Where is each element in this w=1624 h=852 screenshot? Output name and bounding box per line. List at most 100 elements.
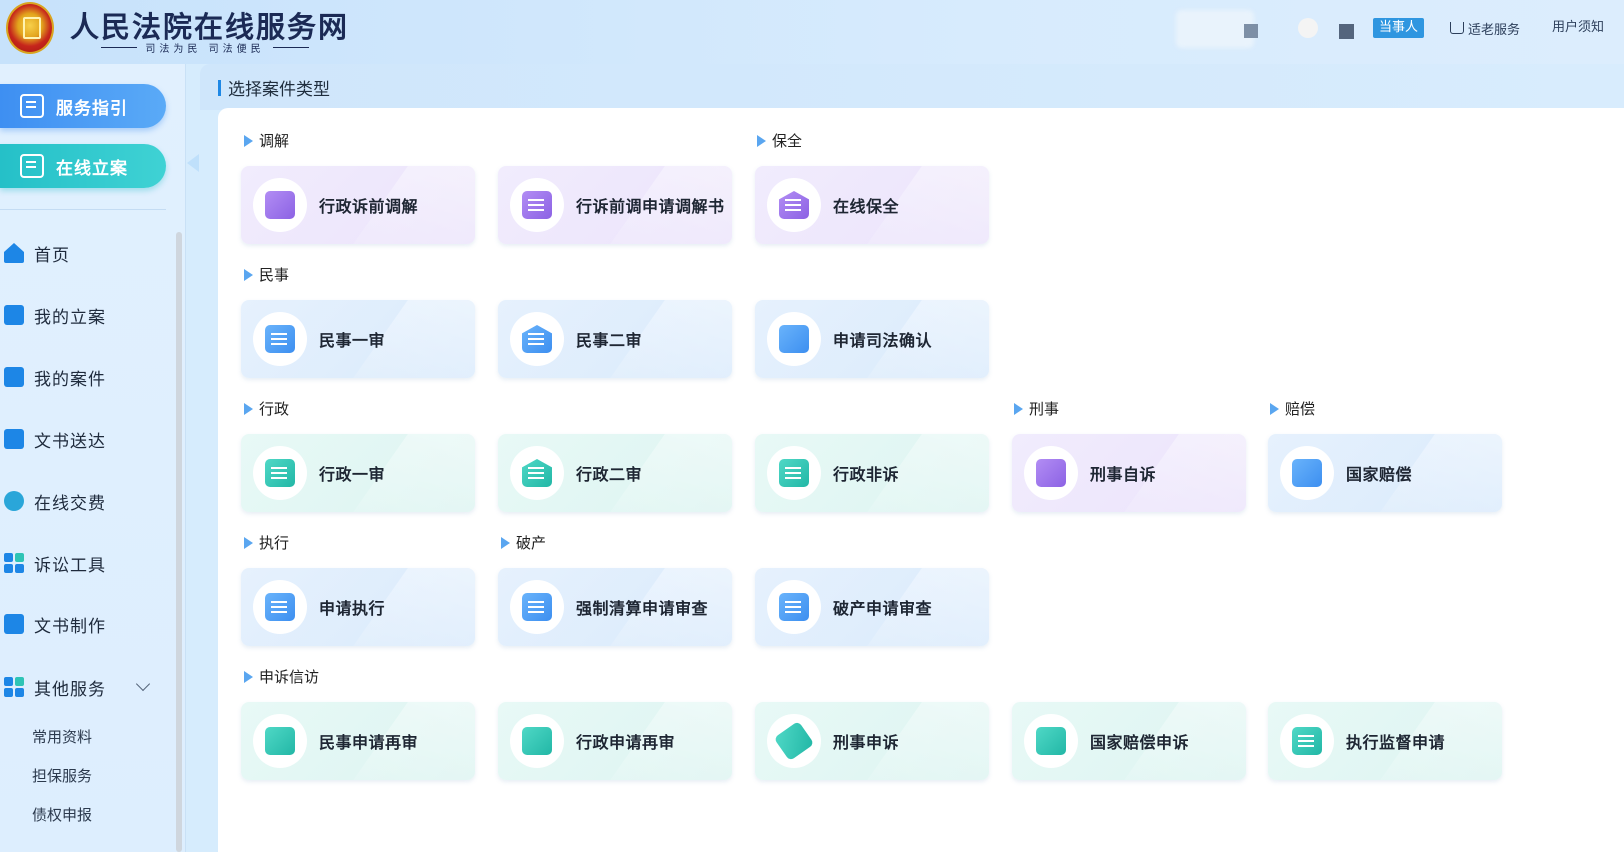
- card-state-compensation[interactable]: 国家赔偿: [1268, 434, 1502, 512]
- card-label: 民事一审: [319, 331, 386, 350]
- redacted-block: [1339, 24, 1354, 39]
- section-label-text: 行政: [259, 400, 290, 418]
- section-label-text: 保全: [772, 132, 803, 150]
- card-state-compensation-appeal[interactable]: 国家赔偿申诉: [1012, 702, 1246, 780]
- site-slogan: 司法为民 司法便民: [70, 40, 340, 55]
- sidebar-item-label: 文书送达: [34, 431, 106, 452]
- card-label: 申请执行: [319, 599, 386, 618]
- handshake-check-icon: [767, 312, 821, 366]
- card-criminal-appeal[interactable]: 刑事申诉: [755, 702, 989, 780]
- section-triangle-icon: [1270, 402, 1279, 415]
- yuan-document-icon: [767, 580, 821, 634]
- section-label-civil: 民事: [244, 264, 289, 285]
- card-label: 民事二审: [576, 331, 643, 350]
- role-badge[interactable]: 当事人: [1373, 18, 1425, 38]
- card-label: 破产申请审查: [833, 599, 933, 618]
- section-label-execution: 执行: [244, 532, 289, 553]
- sidebar-item-online-payment[interactable]: 在线交费: [4, 487, 106, 515]
- elder-service-link[interactable]: 适老服务: [1450, 17, 1520, 39]
- section-triangle-icon: [1014, 402, 1023, 415]
- card-admin-pre-litigation-mediation[interactable]: 行政诉前调解: [241, 166, 475, 244]
- sidebar-item-label: 诉讼工具: [34, 555, 106, 576]
- card-compulsory-liquidation-review[interactable]: 强制清算申请审查: [498, 568, 732, 646]
- sidebar-subitem-common-materials[interactable]: 常用资料: [32, 726, 92, 748]
- chat-bubble-icon: [253, 446, 307, 500]
- sidebar-item-label: 首页: [34, 245, 70, 266]
- card-admin-second-instance[interactable]: 行政二审: [498, 434, 732, 512]
- section-label-text: 赔偿: [1285, 400, 1316, 418]
- sidebar-item-other-services[interactable]: 其他服务: [4, 673, 106, 701]
- home-icon: [4, 243, 24, 263]
- card-civil-first-instance[interactable]: 民事一审: [241, 300, 475, 378]
- section-label-text: 刑事: [1029, 400, 1060, 418]
- card-bankruptcy-application-review[interactable]: 破产申请审查: [755, 568, 989, 646]
- card-judicial-confirmation[interactable]: 申请司法确认: [755, 300, 989, 378]
- document-eye-icon: [1280, 714, 1334, 768]
- sidebar-item-my-filings[interactable]: 我的立案: [4, 301, 106, 329]
- site-slogan-text: 司法为民 司法便民: [145, 43, 265, 55]
- prison-bars-icon: [1024, 446, 1078, 500]
- title-accent-bar: [218, 80, 221, 96]
- sidebar-item-label: 在线交费: [34, 493, 106, 514]
- sidebar-item-document-making[interactable]: 文书制作: [4, 610, 106, 638]
- case-type-panel: 调解 保全 行政诉前调解 行诉前调申请调解书 在线保全 民事 民事一审 民事二审…: [218, 108, 1624, 852]
- sidebar-subitem-guarantee-service[interactable]: 担保服务: [32, 765, 92, 787]
- sidebar-item-litigation-tools[interactable]: 诉讼工具: [4, 549, 106, 577]
- building-yuan-icon: [767, 178, 821, 232]
- section-triangle-icon: [501, 536, 510, 549]
- page-title: 选择案件类型: [228, 80, 330, 100]
- document-edit-icon: [253, 312, 307, 366]
- card-label: 行政诉前调解: [319, 197, 419, 216]
- section-label-text: 民事: [259, 266, 290, 284]
- card-label: 强制清算申请审查: [576, 599, 709, 618]
- card-admin-non-litigation[interactable]: 行政非诉: [755, 434, 989, 512]
- card-execution-supervision-application[interactable]: 执行监督申请: [1268, 702, 1502, 780]
- clipboard-check-icon: [510, 178, 564, 232]
- section-label-petition: 申诉信访: [244, 666, 319, 687]
- card-civil-retrial-application[interactable]: 民事申请再审: [241, 702, 475, 780]
- online-filing-button[interactable]: 在线立案: [0, 144, 166, 188]
- briefcase-icon: [767, 446, 821, 500]
- gavel-icon: [767, 714, 821, 768]
- card-criminal-private-prosecution[interactable]: 刑事自诉: [1012, 434, 1246, 512]
- user-notice-link[interactable]: 用户须知: [1552, 17, 1604, 39]
- sidebar-item-label: 其他服务: [34, 679, 106, 700]
- sidebar-item-my-cases[interactable]: 我的案件: [4, 363, 106, 391]
- card-apply-execution[interactable]: 申请执行: [241, 568, 475, 646]
- card-admin-retrial-application[interactable]: 行政申请再审: [498, 702, 732, 780]
- service-guide-button[interactable]: 服务指引: [0, 84, 166, 128]
- section-label-compensation: 赔偿: [1270, 398, 1315, 419]
- chevron-down-icon[interactable]: [135, 676, 151, 692]
- card-label: 行政非诉: [833, 465, 900, 484]
- card-label: 刑事申诉: [833, 733, 900, 752]
- card-label: 行政申请再审: [576, 733, 676, 752]
- card-label: 民事申请再审: [319, 733, 419, 752]
- card-admin-first-instance[interactable]: 行政一审: [241, 434, 475, 512]
- card-label: 国家赔偿: [1346, 465, 1413, 484]
- court-emblem-icon: [6, 2, 54, 54]
- monitor-check-icon: [4, 429, 24, 449]
- avatar[interactable]: [1298, 18, 1318, 38]
- redacted-block: [1244, 24, 1258, 38]
- wallet-icon: [1280, 446, 1334, 500]
- card-pre-litigation-mediation-document[interactable]: 行诉前调申请调解书: [498, 166, 732, 244]
- sidebar-item-document-delivery[interactable]: 文书送达: [4, 425, 106, 453]
- card-label: 行诉前调申请调解书: [576, 197, 725, 216]
- sidebar-scrollbar[interactable]: [176, 232, 182, 852]
- card-online-preservation[interactable]: 在线保全: [755, 166, 989, 244]
- sidebar-item-home[interactable]: 首页: [4, 239, 70, 267]
- courthouse-icon: [510, 312, 564, 366]
- shirt-icon: [1450, 22, 1464, 34]
- sidebar-divider: [0, 209, 166, 210]
- card-civil-second-instance[interactable]: 民事二审: [498, 300, 732, 378]
- section-label-text: 破产: [516, 534, 547, 552]
- user-name-placeholder: [1176, 10, 1254, 48]
- elder-service-label: 适老服务: [1468, 22, 1521, 38]
- handshake-icon: [253, 178, 307, 232]
- sidebar-subitem-claim-declaration[interactable]: 债权申报: [32, 804, 92, 826]
- courthouse-icon: [510, 446, 564, 500]
- section-label-text: 执行: [259, 534, 290, 552]
- section-triangle-icon: [244, 134, 253, 147]
- sidebar-item-label: 文书制作: [34, 616, 106, 637]
- section-label-text: 申诉信访: [259, 668, 320, 686]
